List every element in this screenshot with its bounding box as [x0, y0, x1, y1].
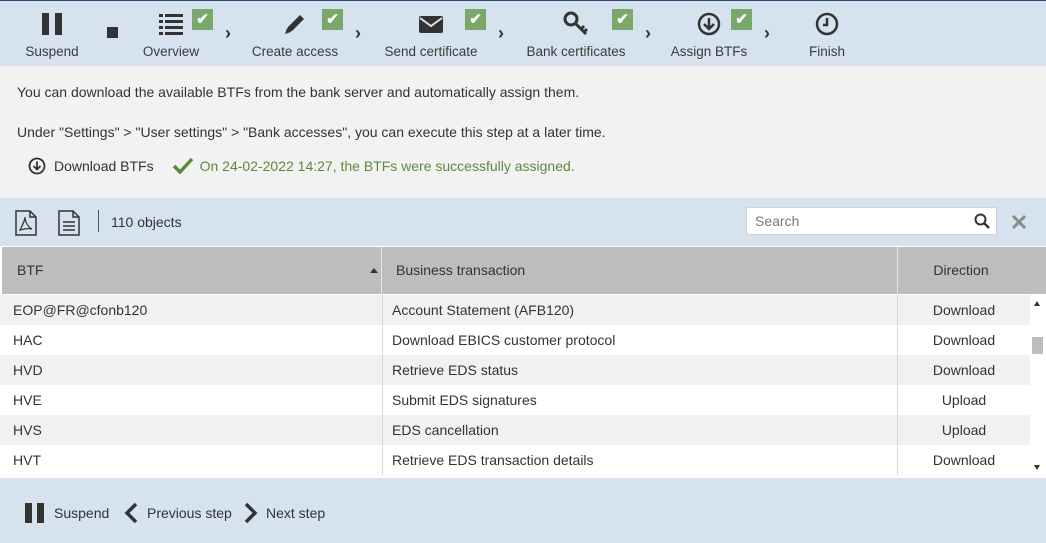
pause-icon: [25, 503, 44, 523]
next-step-button[interactable]: Next step: [243, 500, 325, 526]
footer-suspend-label: Suspend: [54, 505, 110, 521]
footer-suspend-button[interactable]: Suspend: [24, 500, 109, 526]
table-row[interactable]: HVS EDS cancellation Upload: [0, 415, 1030, 445]
sort-ascending-icon: [370, 268, 378, 273]
chevron-right-icon: ›: [355, 23, 361, 43]
step-label: Assign BTFs: [670, 44, 748, 59]
cell-transaction: Submit EDS signatures: [383, 385, 898, 415]
cell-transaction: Retrieve EDS transaction details: [383, 445, 898, 475]
table-row[interactable]: HVT Retrieve EDS transaction details Dow…: [0, 445, 1030, 475]
checkmark-icon: [172, 157, 193, 175]
column-header-business-transaction[interactable]: Business transaction: [382, 247, 898, 294]
download-btfs-button[interactable]: Download BTFs: [28, 157, 154, 175]
check-icon: ✔: [192, 9, 213, 30]
cell-transaction: Download EBICS customer protocol: [383, 325, 898, 355]
step-label: Send certificate: [384, 44, 478, 59]
scroll-down-icon[interactable]: [1034, 465, 1040, 470]
info-panel: You can download the available BTFs from…: [0, 66, 1046, 198]
table-row[interactable]: EOP@FR@cfonb120 Account Statement (AFB12…: [0, 295, 1030, 325]
cell-transaction: Retrieve EDS status: [383, 355, 898, 385]
cell-btf: HVD: [0, 355, 383, 385]
cell-direction: Upload: [941, 392, 987, 408]
download-btfs-label: Download BTFs: [54, 158, 154, 174]
stop-icon: [107, 27, 118, 38]
success-message: On 24-02-2022 14:27, the BTFs were succe…: [172, 156, 575, 176]
clock-icon: [815, 12, 839, 36]
cell-transaction: Account Statement (AFB120): [383, 295, 898, 325]
previous-step-label: Previous step: [147, 505, 232, 521]
step-label: Create access: [251, 44, 339, 59]
chevron-right-icon: ›: [225, 23, 231, 43]
object-count: 110 objects: [111, 214, 182, 230]
cell-btf: HVT: [0, 445, 383, 475]
success-text: On 24-02-2022 14:27, the BTFs were succe…: [199, 158, 575, 174]
cell-btf: HVS: [0, 415, 383, 445]
table-row[interactable]: HVE Submit EDS signatures Upload: [0, 385, 1030, 415]
column-header-direction[interactable]: Direction: [898, 247, 1046, 294]
step-label: Finish: [808, 44, 845, 59]
table-body: EOP@FR@cfonb120 Account Statement (AFB12…: [0, 295, 1030, 478]
cell-direction: Download: [932, 332, 996, 348]
document-export-icon[interactable]: [57, 210, 81, 236]
info-text: You can download the available BTFs from…: [17, 84, 580, 100]
column-header-btf[interactable]: BTF: [2, 247, 382, 294]
key-icon: [563, 11, 589, 36]
wizard-bar: Suspend Overview ✔ › Create access ✔ › S…: [0, 0, 1046, 66]
list-icon: [159, 14, 183, 35]
close-icon[interactable]: [1010, 213, 1028, 231]
next-step-label: Next step: [266, 505, 326, 521]
table-scrollbar[interactable]: [1030, 295, 1046, 478]
pause-icon: [42, 13, 62, 35]
table-toolbar: 110 objects: [0, 198, 1046, 246]
cell-direction: Download: [932, 452, 996, 468]
chevron-right-icon: [244, 502, 258, 524]
scroll-up-icon[interactable]: [1034, 301, 1040, 306]
check-icon: ✔: [322, 9, 343, 30]
scrollbar-thumb[interactable]: [1032, 337, 1043, 354]
check-icon: ✔: [612, 9, 633, 30]
chevron-right-icon: ›: [498, 23, 504, 43]
toolbar-divider: [98, 210, 99, 232]
step-finish[interactable]: Finish: [797, 1, 857, 67]
pencil-icon: [285, 15, 304, 34]
step-label: Overview: [142, 44, 200, 59]
search-input[interactable]: [747, 208, 983, 234]
table-row[interactable]: HAC Download EBICS customer protocol Dow…: [0, 325, 1030, 355]
column-header-label: BTF: [17, 262, 44, 278]
cell-direction: Download: [932, 362, 996, 378]
cell-btf: EOP@FR@cfonb120: [0, 295, 383, 325]
chevron-left-icon: [124, 502, 138, 524]
info-text: Under "Settings" > "User settings" > "Ba…: [17, 124, 606, 140]
cell-direction: Download: [932, 302, 996, 318]
suspend-button[interactable]: Suspend: [14, 1, 90, 67]
cell-transaction: EDS cancellation: [383, 415, 898, 445]
table-header: BTF Business transaction Direction: [2, 247, 1046, 294]
download-circle-icon: [28, 157, 46, 175]
search-box: [746, 207, 997, 235]
search-icon[interactable]: [974, 213, 990, 229]
pdf-export-icon[interactable]: [14, 210, 38, 236]
cell-btf: HAC: [0, 325, 383, 355]
envelope-icon: [419, 16, 443, 33]
table-row[interactable]: HVD Retrieve EDS status Download: [0, 355, 1030, 385]
chevron-right-icon: ›: [645, 23, 651, 43]
suspend-label: Suspend: [25, 44, 79, 59]
column-header-label: Direction: [933, 262, 989, 278]
previous-step-button[interactable]: Previous step: [124, 500, 232, 526]
check-icon: ✔: [731, 9, 752, 30]
cell-btf: HVE: [0, 385, 383, 415]
column-header-label: Business transaction: [396, 262, 526, 278]
step-label: Bank certificates: [526, 44, 626, 59]
download-circle-icon: [697, 12, 721, 36]
download-row: Download BTFs On 24-02-2022 14:27, the B…: [28, 154, 575, 178]
check-icon: ✔: [465, 9, 486, 30]
wizard-footer: Suspend Previous step Next step: [0, 478, 1046, 543]
cell-direction: Upload: [941, 422, 987, 438]
chevron-right-icon: ›: [764, 23, 770, 43]
